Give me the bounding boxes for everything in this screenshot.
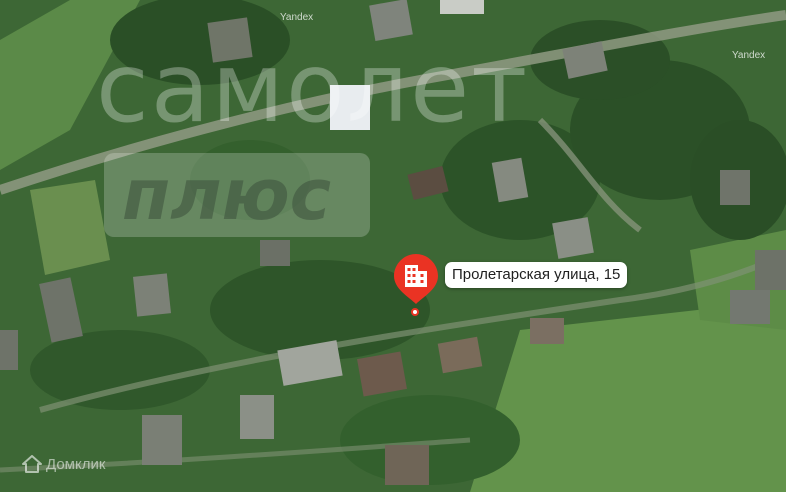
brand-logo: Домклик — [22, 455, 105, 473]
brand-name: Домклик — [46, 455, 106, 473]
house-logo-icon — [22, 455, 42, 473]
building-icon — [394, 254, 438, 304]
satellite-map[interactable]: Yandex Yandex самолет плюс Пролетарская … — [0, 0, 786, 492]
watermark-subtitle: плюс — [122, 154, 332, 236]
watermark-title: самолет — [96, 32, 530, 144]
address-label[interactable]: Пролетарская улица, 15 — [445, 262, 628, 288]
map-attribution: Yandex — [280, 12, 314, 23]
marker-point — [411, 308, 419, 316]
map-attribution: Yandex — [732, 50, 766, 61]
location-marker[interactable] — [393, 253, 439, 305]
